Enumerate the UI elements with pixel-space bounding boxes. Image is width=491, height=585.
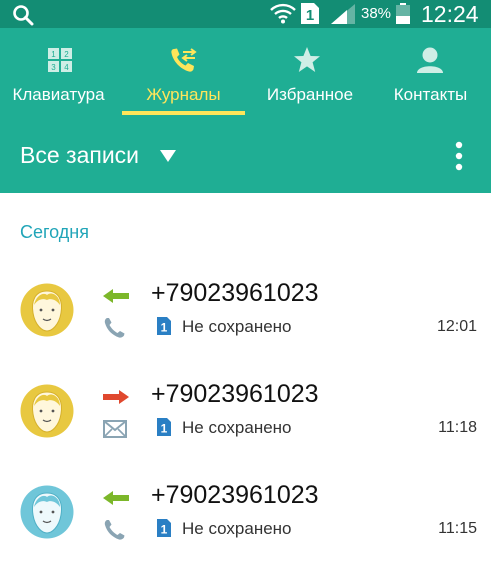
sim-1-badge-icon: 1: [157, 317, 171, 335]
svg-text:4: 4: [64, 63, 69, 72]
call-log-row[interactable]: +79023961023 1 Не сохранено 11:18: [0, 380, 491, 484]
message-icon: [103, 420, 127, 438]
svg-text:1: 1: [51, 50, 56, 59]
filter-label: Все записи: [20, 142, 140, 168]
battery-icon: [396, 3, 410, 24]
tab-contacts[interactable]: Контакты: [370, 28, 491, 120]
caret-down-icon: [160, 150, 176, 162]
outgoing-arrow-icon: [103, 390, 129, 404]
sim-1-badge-label: 1: [161, 321, 168, 335]
call-time: 11:15: [438, 520, 477, 537]
call-log-icon: [171, 48, 197, 72]
phone-number: +79023961023: [151, 279, 319, 307]
avatar: [20, 384, 74, 438]
tab-favorites[interactable]: Избранное: [250, 28, 370, 120]
incoming-call-arrow-icon: [103, 491, 129, 505]
sim-1-badge-label: 1: [161, 422, 168, 436]
sim-icon: 1: [301, 3, 319, 24]
signal-icon: [331, 4, 355, 24]
section-header-today: Сегодня: [20, 222, 89, 242]
call-log-row[interactable]: +79023961023 1 Не сохранено 11:15: [0, 481, 491, 585]
tab-logs-label: Журналы: [146, 85, 221, 104]
phone-icon: [104, 520, 125, 540]
contact-status: Не сохранено: [182, 317, 292, 336]
svg-text:3: 3: [51, 63, 56, 72]
clock: 12:24: [421, 1, 479, 27]
tab-bar: 1 2 3 4 Клавиатура Журналы Избранное Кон…: [0, 28, 491, 120]
call-log-row[interactable]: +79023961023 1 Не сохранено 12:01: [0, 279, 491, 383]
avatar: [20, 485, 74, 539]
contact-status: Не сохранено: [182, 519, 292, 538]
tab-keypad[interactable]: 1 2 3 4 Клавиатура: [0, 28, 117, 120]
tab-keypad-label: Клавиатура: [12, 85, 105, 104]
tab-logs[interactable]: Журналы: [117, 28, 250, 120]
svg-text:1: 1: [306, 7, 314, 24]
sim-1-badge-icon: 1: [157, 519, 171, 537]
avatar: [20, 283, 74, 337]
svg-text:2: 2: [64, 50, 69, 59]
status-bar: 1 38% 12:24: [0, 0, 491, 28]
more-options-icon[interactable]: [452, 140, 466, 172]
wifi-icon: [270, 3, 296, 24]
filter-bar: Все записи: [0, 120, 491, 193]
active-tab-indicator: [122, 111, 245, 115]
tab-favorites-label: Избранное: [266, 85, 354, 104]
phone-number: +79023961023: [151, 481, 319, 509]
phone-number: +79023961023: [151, 380, 319, 408]
tab-contacts-label: Контакты: [393, 85, 468, 104]
incoming-call-arrow-icon: [103, 289, 129, 303]
keypad-icon: 1 2 3 4: [48, 48, 72, 72]
phone-icon: [104, 318, 125, 338]
battery-percent: 38%: [361, 5, 392, 22]
contacts-icon: [417, 47, 443, 73]
star-icon: [294, 47, 320, 72]
sim-1-badge-icon: 1: [157, 418, 171, 436]
call-time: 12:01: [436, 318, 477, 335]
call-time: 11:18: [438, 419, 477, 436]
contact-status: Не сохранено: [182, 418, 292, 437]
search-icon[interactable]: [12, 4, 34, 26]
sim-1-badge-label: 1: [161, 523, 168, 537]
